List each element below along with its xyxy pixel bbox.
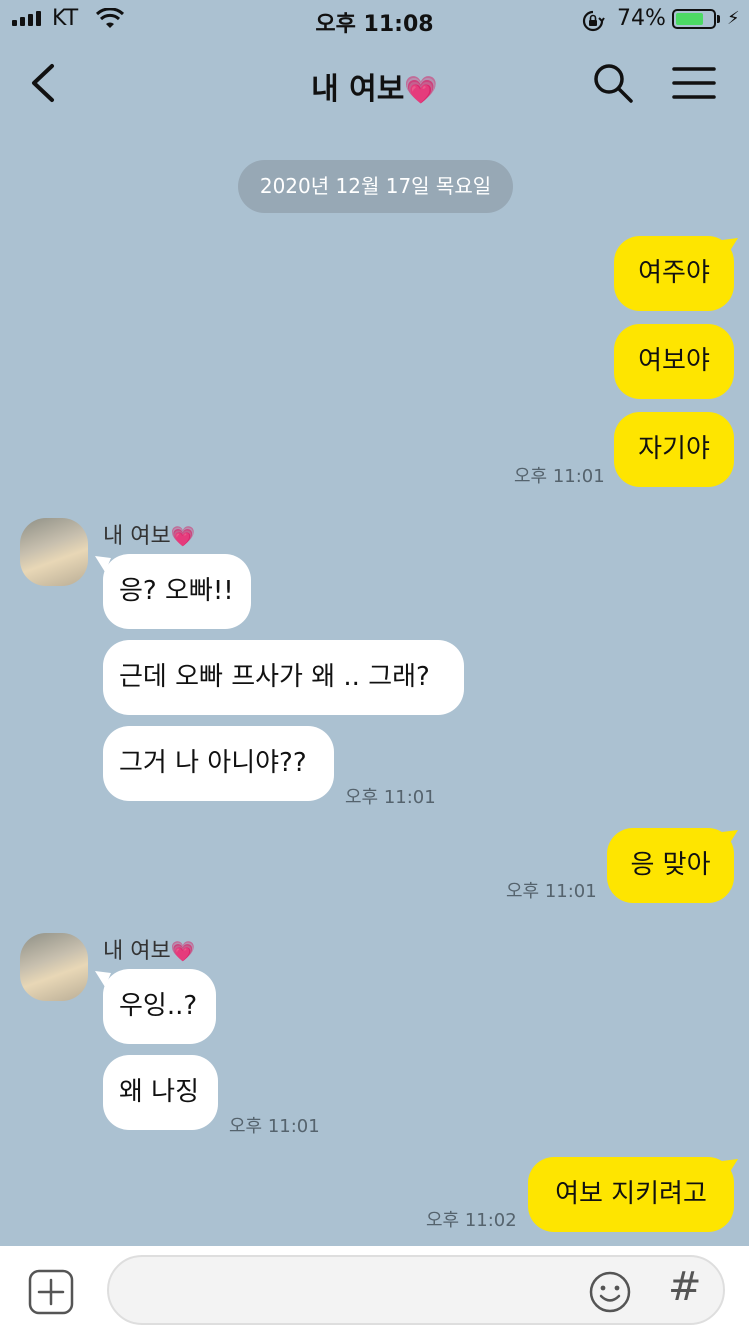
chat-header: 내 여보💗 (0, 40, 749, 130)
message-bubble-theirs[interactable]: 응? 오빠!! (103, 554, 251, 629)
avatar[interactable] (20, 933, 88, 1001)
message-bubble-theirs[interactable]: 우잉..? (103, 969, 216, 1044)
sender-name-text: 내 여보 (103, 524, 171, 549)
message-bubble-theirs[interactable]: 왜 나징 (103, 1055, 218, 1130)
emoji-icon[interactable] (588, 1270, 632, 1314)
battery-tip (717, 15, 720, 23)
battery-icon (672, 9, 716, 29)
input-bar: # (0, 1246, 749, 1334)
sender-name-text: 내 여보 (103, 939, 171, 964)
menu-icon[interactable] (670, 60, 718, 106)
orientation-lock-icon (582, 10, 605, 32)
bubble-tail (722, 238, 738, 254)
sender-name: 내 여보💗 (103, 518, 195, 550)
battery-percent: 74% (617, 6, 666, 31)
message-bubble-mine[interactable]: 자기야 (614, 412, 734, 487)
message-timestamp: 오후 11:01 (514, 466, 605, 487)
message-timestamp: 오후 11:02 (426, 1210, 517, 1231)
heart-emoji: 💗 (170, 940, 196, 963)
message-bubble-theirs[interactable]: 그거 나 아니야?? (103, 726, 334, 801)
hashtag-icon[interactable]: # (668, 1264, 702, 1310)
bubble-tail (722, 830, 738, 846)
bubble-tail (722, 1159, 738, 1175)
heart-emoji: 💗 (404, 75, 438, 106)
chat-title: 내 여보💗 (0, 64, 749, 108)
status-bar: KT 오후 11:08 74% ⚡ (0, 0, 749, 40)
message-timestamp: 오후 11:01 (506, 881, 597, 902)
date-divider: 2020년 12월 17일 목요일 (238, 160, 513, 213)
message-timestamp: 오후 11:01 (345, 787, 436, 808)
avatar[interactable] (20, 518, 88, 586)
sender-name: 내 여보💗 (103, 933, 195, 965)
message-bubble-mine[interactable]: 여주야 (614, 236, 734, 311)
message-bubble-mine[interactable]: 응 맞아 (607, 828, 734, 903)
search-icon[interactable] (590, 60, 636, 106)
message-input-field (107, 1255, 725, 1325)
message-bubble-mine[interactable]: 여보 지키려고 (528, 1157, 734, 1232)
plus-icon[interactable] (28, 1269, 74, 1315)
message-bubble-theirs[interactable]: 근데 오빠 프사가 왜 .. 그래? (103, 640, 464, 715)
charging-icon: ⚡ (727, 8, 740, 29)
chat-title-text: 내 여보 (311, 72, 405, 107)
message-bubble-mine[interactable]: 여보야 (614, 324, 734, 399)
message-input[interactable] (133, 1269, 597, 1315)
message-timestamp: 오후 11:01 (229, 1116, 320, 1137)
heart-emoji: 💗 (170, 525, 196, 548)
